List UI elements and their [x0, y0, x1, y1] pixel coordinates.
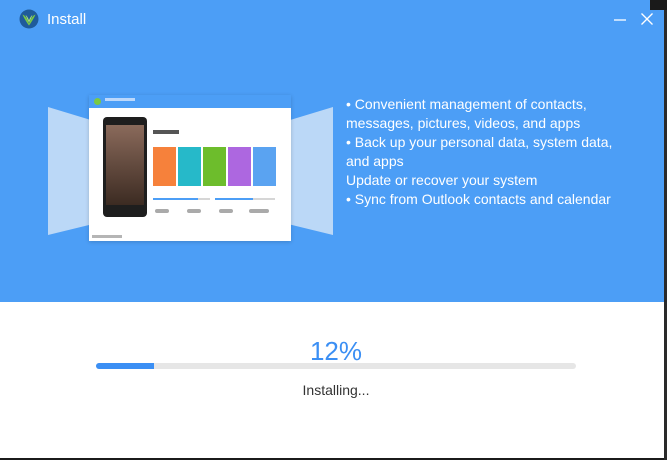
preview-main-screenshot: [89, 95, 291, 241]
hero-banner: Install • Convenient management of conta…: [0, 0, 664, 302]
feature-list: • Convenient management of contacts, mes…: [346, 95, 646, 209]
app-logo-icon: [19, 9, 39, 29]
progress-percent: 12%: [309, 336, 363, 366]
progress-bar-fill: [96, 363, 154, 369]
progress-bar: [96, 363, 576, 369]
window-title: Install: [47, 11, 87, 28]
feature-line: messages, pictures, videos, and apps: [346, 115, 581, 131]
close-icon[interactable]: [638, 10, 656, 28]
phone-image: [103, 117, 147, 217]
preview-right-panel: [291, 107, 333, 235]
install-status: Installing...: [302, 382, 370, 398]
title-bar: Install: [0, 0, 664, 40]
app-preview-illustration: [48, 95, 333, 245]
feature-line: and apps: [346, 153, 404, 169]
feature-line: • Back up your personal data, system dat…: [346, 134, 613, 150]
installer-window: Install • Convenient management of conta…: [0, 0, 664, 458]
feature-line: Update or recover your system: [346, 172, 538, 188]
preview-left-panel: [48, 107, 90, 235]
feature-line: • Sync from Outlook contacts and calenda…: [346, 191, 611, 207]
minimize-icon[interactable]: [611, 10, 629, 28]
feature-line: • Convenient management of contacts,: [346, 96, 587, 112]
